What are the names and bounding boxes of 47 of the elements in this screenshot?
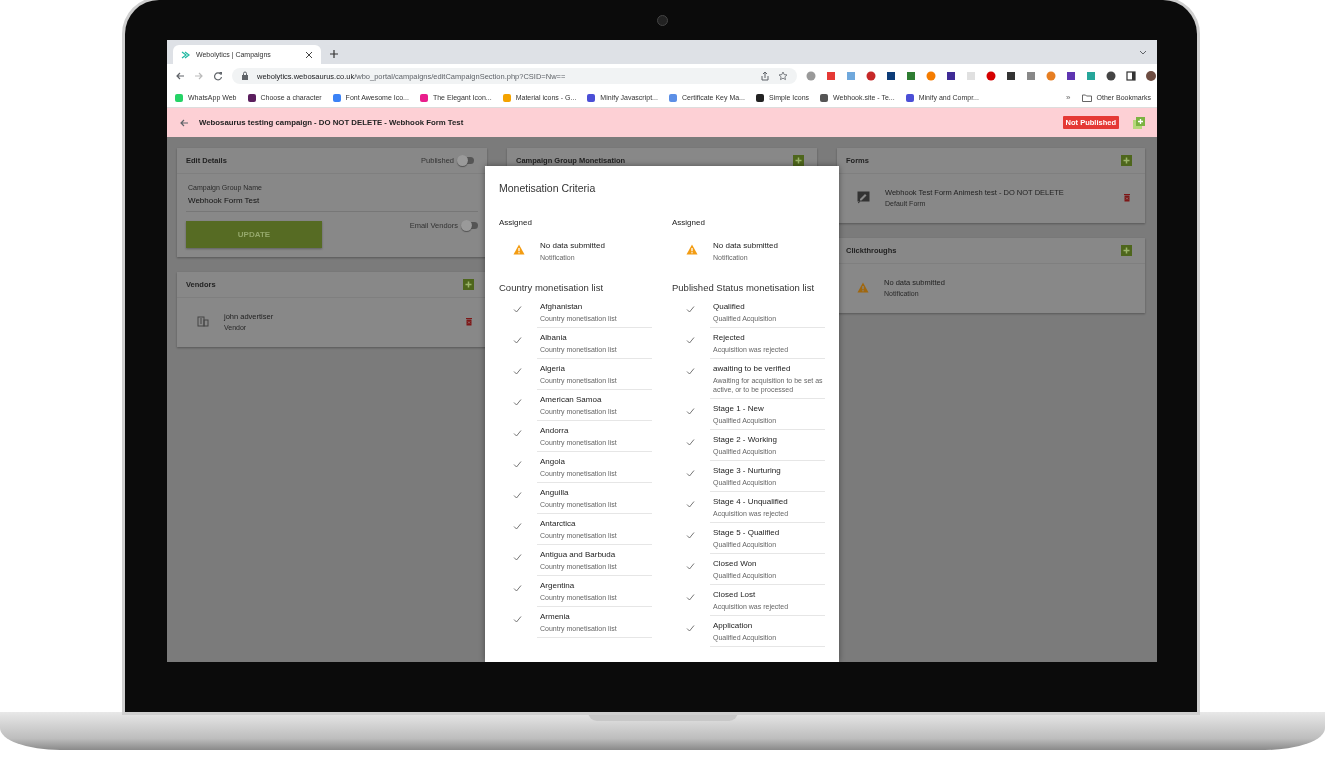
add-icon[interactable] [1121, 155, 1132, 166]
back-arrow-icon[interactable] [175, 71, 185, 81]
more-bookmarks-button[interactable]: » [1066, 93, 1071, 102]
close-icon[interactable] [305, 50, 313, 59]
square-icon [755, 93, 764, 102]
add-icon[interactable] [463, 279, 474, 290]
form-icon [857, 191, 870, 204]
warning-icon [513, 244, 525, 255]
camera-icon [656, 14, 668, 26]
warning-icon [857, 282, 869, 293]
square-icon [247, 93, 256, 102]
square-icon [332, 93, 341, 102]
list-heading: Country monetisation list [499, 282, 605, 293]
square-icon [905, 93, 914, 102]
square-icon [668, 93, 677, 102]
field-value: Webhook Form Test [188, 196, 261, 205]
trash-icon[interactable] [1122, 192, 1132, 203]
square-icon [175, 93, 183, 102]
square-icon [502, 93, 511, 102]
list-heading: Published Status monetisation list [672, 282, 816, 293]
side-panel-icon[interactable] [1126, 71, 1136, 81]
duplicate-icon[interactable] [1133, 116, 1145, 129]
section-heading: Assigned [499, 218, 533, 227]
building-icon [197, 316, 209, 327]
chevron-down-icon[interactable] [1139, 49, 1147, 55]
star-icon[interactable] [778, 71, 788, 81]
toggle-switch[interactable] [462, 222, 478, 229]
square-icon [820, 93, 829, 102]
chevron-logo-icon [181, 50, 190, 59]
add-icon[interactable] [793, 155, 804, 166]
square-icon [587, 93, 596, 102]
section-heading: Assigned [672, 218, 706, 227]
folder-icon [1081, 93, 1092, 102]
dialog-title: Monetisation Criteria [499, 182, 597, 194]
square-icon [419, 93, 428, 102]
lock-icon [241, 71, 249, 81]
toggle-switch[interactable] [458, 157, 474, 164]
reload-icon[interactable] [213, 71, 223, 81]
back-arrow-icon[interactable] [179, 117, 189, 128]
avatar-icon[interactable] [1146, 71, 1156, 81]
warning-icon [686, 244, 698, 255]
item-title: No data submitted [540, 241, 606, 251]
trash-icon[interactable] [464, 316, 474, 327]
item-title: No data submitted [713, 241, 779, 251]
share-icon[interactable] [760, 71, 770, 81]
new-tab-icon[interactable] [329, 49, 339, 59]
add-icon[interactable] [1121, 245, 1132, 256]
